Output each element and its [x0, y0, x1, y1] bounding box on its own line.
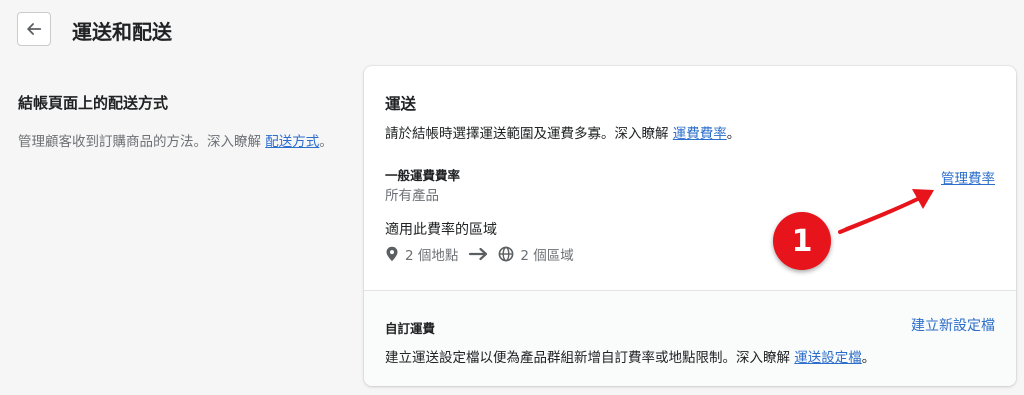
- annotation-badge: 1: [773, 212, 831, 270]
- card-title: 運送: [385, 95, 417, 113]
- delivery-methods-link[interactable]: 配送方式: [265, 134, 319, 150]
- arrow-right-icon: [469, 247, 488, 261]
- globe-icon: [498, 246, 514, 262]
- zones-title: 適用此費率的區域: [385, 222, 497, 238]
- section-title: 結帳頁面上的配送方式: [18, 94, 169, 112]
- location-pin-icon: [386, 246, 398, 262]
- create-profile-link[interactable]: 建立新設定檔: [911, 315, 995, 335]
- rate-name: 一般運費費率: [385, 168, 461, 183]
- rate-products: 所有產品: [385, 188, 439, 204]
- page-title: 運送和配送: [72, 20, 172, 44]
- locations-count: 2 個地點: [405, 248, 459, 264]
- custom-shipping-section: [364, 290, 1016, 386]
- arrow-left-icon: [27, 23, 42, 35]
- back-button[interactable]: [17, 12, 51, 46]
- annotation-arrow-icon: [838, 189, 934, 234]
- card-description: 請於結帳時選擇運送範圍及運費多寡。深入瞭解 運費費率。: [385, 126, 741, 142]
- zone-summary: 2 個地點 2 個區域: [385, 244, 574, 264]
- manage-rates-link[interactable]: 管理費率: [941, 167, 995, 187]
- section-description: 管理顧客收到訂購商品的方法。深入瞭解 配送方式。: [18, 134, 333, 150]
- custom-shipping-title: 自訂運費: [385, 321, 436, 336]
- shipping-rates-link[interactable]: 運費費率: [673, 126, 727, 142]
- custom-shipping-description: 建立運送設定檔以便為產品群組新增自訂費率或地點限制。深入瞭解 運送設定檔。: [385, 350, 876, 366]
- zones-count: 2 個區域: [520, 248, 574, 264]
- shipping-profiles-link[interactable]: 運送設定檔: [794, 350, 862, 366]
